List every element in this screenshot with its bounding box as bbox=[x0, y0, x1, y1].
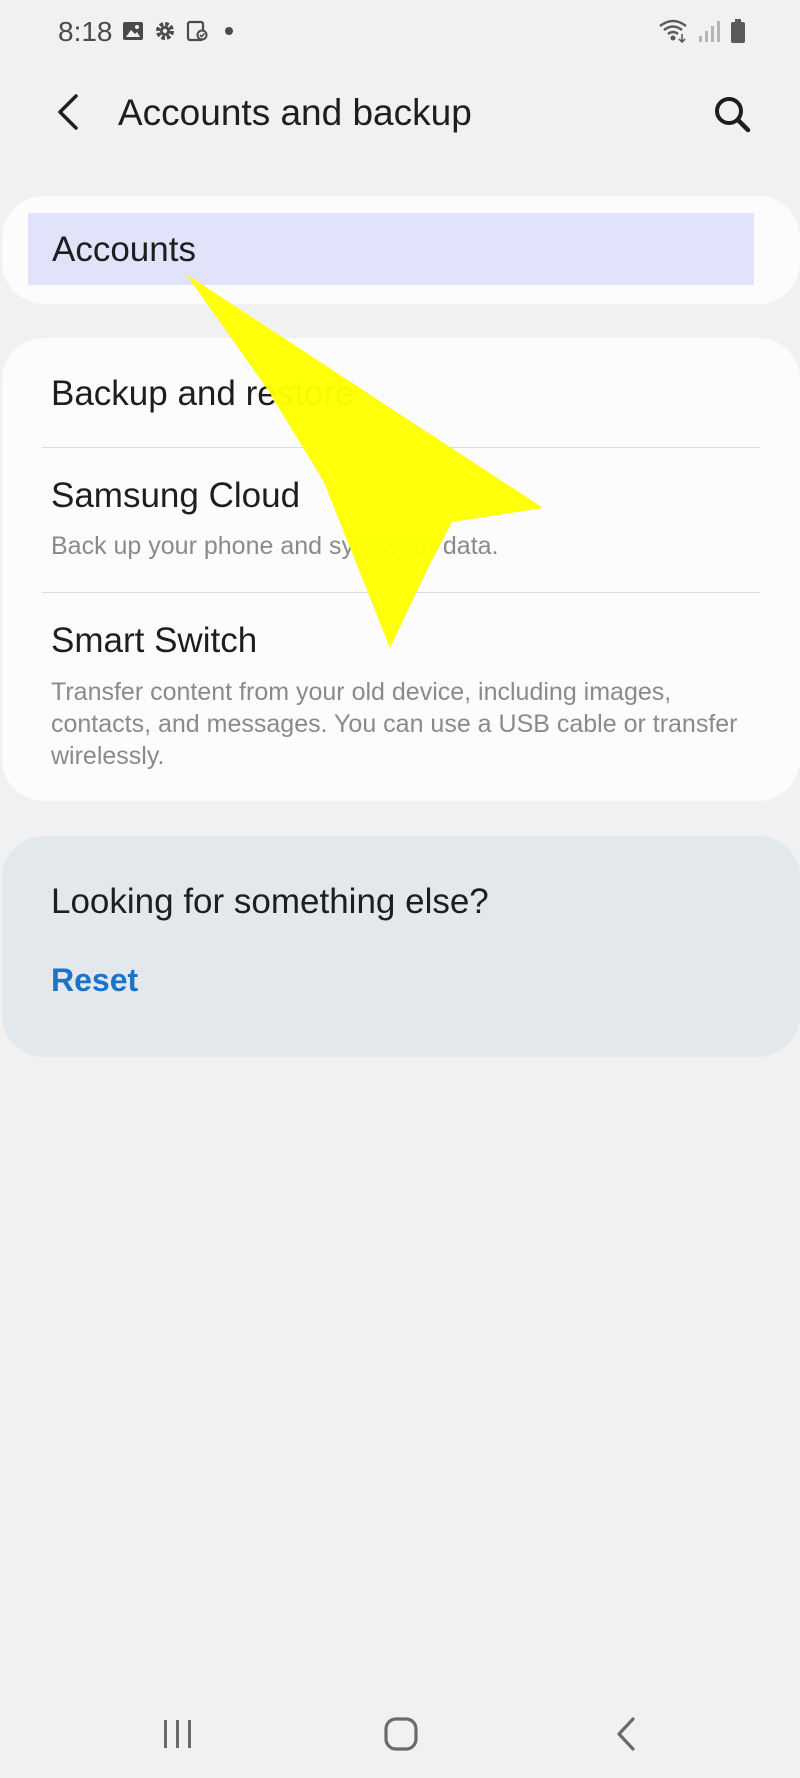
status-icons-right bbox=[658, 18, 746, 44]
back-icon bbox=[617, 1717, 635, 1751]
status-bar: 8:18 bbox=[0, 0, 800, 66]
gallery-icon bbox=[123, 22, 143, 40]
accounts-card: Accounts bbox=[2, 196, 800, 304]
search-button[interactable] bbox=[706, 88, 758, 140]
device-care-icon bbox=[186, 20, 208, 42]
home-icon bbox=[384, 1717, 418, 1751]
list-item-title: Backup and restore bbox=[51, 374, 355, 413]
back-nav-button[interactable] bbox=[596, 1710, 656, 1758]
list-item-samsung-cloud[interactable]: Samsung Cloud Back up your phone and syn… bbox=[2, 448, 800, 592]
accounts-label: Accounts bbox=[52, 230, 196, 269]
list-item-smart-switch[interactable]: Smart Switch Transfer content from your … bbox=[2, 593, 800, 801]
list-item-subtitle: Back up your phone and sync your data. bbox=[51, 532, 499, 560]
home-button[interactable] bbox=[371, 1710, 431, 1758]
backup-card: Backup and restore Samsung Cloud Back up… bbox=[2, 338, 800, 801]
recents-button[interactable] bbox=[148, 1710, 208, 1758]
settings-icon bbox=[156, 22, 174, 40]
status-icons-left bbox=[122, 20, 240, 42]
wifi-icon bbox=[659, 19, 687, 44]
recents-icon bbox=[164, 1720, 191, 1748]
navigation-bar bbox=[0, 1690, 800, 1778]
signal-icon bbox=[699, 21, 720, 42]
reset-link[interactable]: Reset bbox=[51, 962, 138, 999]
list-item-subtitle: Transfer content from your old device, i… bbox=[51, 678, 738, 770]
battery-icon bbox=[731, 19, 745, 43]
page-title: Accounts and backup bbox=[118, 92, 472, 133]
list-item-title: Smart Switch bbox=[51, 621, 258, 660]
app-bar: Accounts and backup bbox=[0, 76, 800, 156]
suggestion-card: Looking for something else? Reset bbox=[2, 836, 800, 1057]
chevron-left-icon bbox=[58, 94, 78, 130]
list-item-title: Samsung Cloud bbox=[51, 476, 301, 515]
list-item-backup-restore[interactable]: Backup and restore bbox=[2, 338, 800, 447]
notification-dot-icon bbox=[225, 27, 233, 35]
status-time: 8:18 bbox=[58, 16, 113, 47]
back-button[interactable] bbox=[44, 88, 92, 136]
suggestion-title: Looking for something else? bbox=[51, 882, 489, 921]
search-icon bbox=[715, 97, 751, 133]
